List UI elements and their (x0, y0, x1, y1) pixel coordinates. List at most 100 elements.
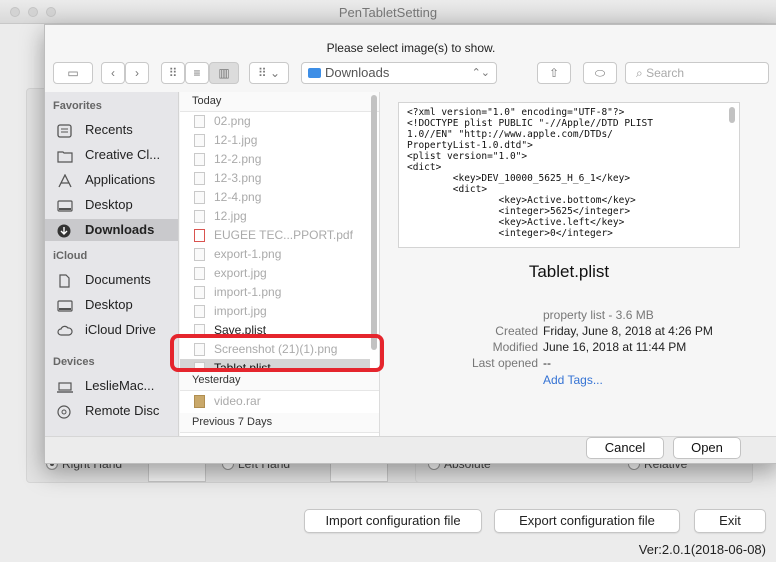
file-icon (194, 267, 205, 280)
import-configuration-button[interactable]: Import configuration file (304, 509, 482, 533)
sidebar-item-creative-cloud[interactable]: Creative Cl... (45, 144, 178, 166)
file-icon (194, 172, 205, 185)
file-name: 02.png (214, 114, 251, 128)
file-item[interactable]: EUGEE TEC...PPORT.pdf (180, 226, 370, 245)
sidebar-item-downloads[interactable]: Downloads (45, 219, 178, 241)
code-line: <dict> (407, 184, 488, 195)
share-icon: ⇧ (548, 66, 560, 80)
preview-kind: property list - 3.6 MB (543, 308, 654, 322)
sidebar-item-desktop[interactable]: Desktop (45, 194, 178, 216)
file-name: EUGEE TEC...PPORT.pdf (214, 228, 353, 242)
file-item[interactable]: 12-2.png (180, 150, 370, 169)
open-button[interactable]: Open (673, 437, 741, 459)
recents-icon (57, 123, 73, 138)
file-name: 12-2.png (214, 152, 262, 166)
code-line: <dict> (407, 162, 442, 173)
file-item[interactable]: import-1.png (180, 283, 370, 302)
list-icon: ≡ (193, 66, 201, 80)
forward-button[interactable]: › (125, 62, 149, 84)
file-item[interactable]: 12-4.png (180, 188, 370, 207)
code-line: <integer>0</integer> (407, 228, 613, 239)
dialog-sidebar: Favorites Recents Creative Cl... Applica… (45, 92, 179, 436)
file-icon (194, 115, 205, 128)
sidebar-item-recents[interactable]: Recents (45, 119, 178, 141)
document-icon (57, 273, 73, 288)
disc-icon (57, 404, 73, 419)
file-name: 12-3.png (214, 171, 262, 185)
arrange-icon: ⠿ ⌄ (257, 66, 281, 80)
file-item[interactable]: 02.png (180, 112, 370, 131)
sidebar-toggle-button[interactable]: ▭ (53, 62, 93, 84)
applications-icon (57, 173, 73, 188)
sidebar-item-icloud-desktop[interactable]: Desktop (45, 294, 178, 316)
chevron-right-icon: › (135, 66, 139, 80)
file-icon (194, 286, 205, 299)
code-line: <?xml version="1.0" encoding="UTF-8"?> (407, 107, 625, 118)
desktop-icon (57, 198, 73, 212)
file-icon (194, 153, 205, 166)
file-item[interactable]: export-1.png (180, 245, 370, 264)
file-name: 12.jpg (214, 209, 247, 223)
today-header: Today (180, 92, 379, 112)
folder-icon (308, 68, 321, 78)
sidebar-icon: ▭ (67, 66, 79, 80)
back-button[interactable]: ‹ (101, 62, 125, 84)
downloads-icon (57, 223, 73, 238)
file-icon (194, 191, 205, 204)
file-item[interactable]: 12-1.jpg (180, 131, 370, 150)
file-item[interactable]: import.jpg (180, 302, 370, 321)
column-scrollbar[interactable] (371, 95, 377, 350)
cancel-button[interactable]: Cancel (586, 437, 664, 459)
file-icon (194, 134, 205, 147)
add-tags-link[interactable]: Add Tags... (543, 372, 603, 388)
tag-icon: ⬭ (594, 66, 606, 80)
favorites-header: Favorites (53, 100, 102, 112)
dialog-message: Please select image(s) to show. (326, 41, 496, 55)
modified-value: June 16, 2018 at 11:44 PM (543, 340, 687, 354)
sidebar-item-remote-disc[interactable]: Remote Disc (45, 400, 178, 422)
preview-scrollbar[interactable] (729, 107, 735, 123)
file-column: Today 02.png 12-1.jpg 12-2.png 12-3.png 12-4… (180, 92, 380, 436)
columns-icon: ▥ (218, 66, 230, 80)
last-opened-label: Last opened (471, 356, 538, 370)
desktop-icon (57, 298, 73, 312)
sidebar-item-documents[interactable]: Documents (45, 269, 178, 291)
dialog-footer: Cancel Open (45, 436, 776, 463)
file-item-video-rar[interactable]: video.rar (180, 392, 370, 411)
sidebar-item-applications[interactable]: Applications (45, 169, 178, 191)
previous-7-days-header: Previous 7 Days (180, 413, 379, 433)
created-value: Friday, June 8, 2018 at 4:26 PM (543, 324, 713, 338)
location-label: Downloads (325, 65, 390, 80)
window-title: PenTabletSetting (338, 5, 438, 20)
cloud-icon (57, 323, 73, 337)
file-icon (194, 305, 205, 318)
last-opened-value: -- (543, 356, 551, 370)
file-item[interactable]: export.jpg (180, 264, 370, 283)
plist-preview: <?xml version="1.0" encoding="UTF-8"?> <!… (398, 102, 740, 248)
sidebar-item-icloud-drive[interactable]: iCloud Drive (45, 319, 178, 341)
icloud-header: iCloud (53, 250, 88, 262)
exit-button[interactable]: Exit (694, 509, 766, 533)
location-popup[interactable]: Downloads ⌃⌄ (301, 62, 497, 84)
preview-file-name: Tablet.plist (528, 262, 610, 281)
file-name: export-1.png (214, 247, 282, 261)
search-field[interactable]: ⌕ Search (625, 62, 769, 84)
folder-icon (57, 148, 73, 163)
list-view-button[interactable]: ≡ (185, 62, 209, 84)
share-button[interactable]: ⇧ (537, 62, 571, 84)
file-item[interactable]: 12-3.png (180, 169, 370, 188)
tags-button[interactable]: ⬭ (583, 62, 617, 84)
laptop-icon (57, 379, 73, 393)
selection-highlight-box (170, 334, 384, 372)
up-down-chevron-icon: ⌃⌄ (471, 67, 490, 79)
yesterday-header: Yesterday (180, 371, 379, 391)
file-name: 12-4.png (214, 190, 262, 204)
sidebar-item-mac[interactable]: LeslieMac... (45, 375, 178, 397)
search-placeholder: Search (646, 66, 685, 80)
column-view-button[interactable]: ▥ (209, 62, 239, 84)
export-configuration-button[interactable]: Export configuration file (494, 509, 680, 533)
file-item[interactable]: 12.jpg (180, 207, 370, 226)
icon-view-button[interactable]: ⠿ (161, 62, 185, 84)
arrange-button[interactable]: ⠿ ⌄ (249, 62, 289, 84)
file-icon (194, 210, 205, 223)
